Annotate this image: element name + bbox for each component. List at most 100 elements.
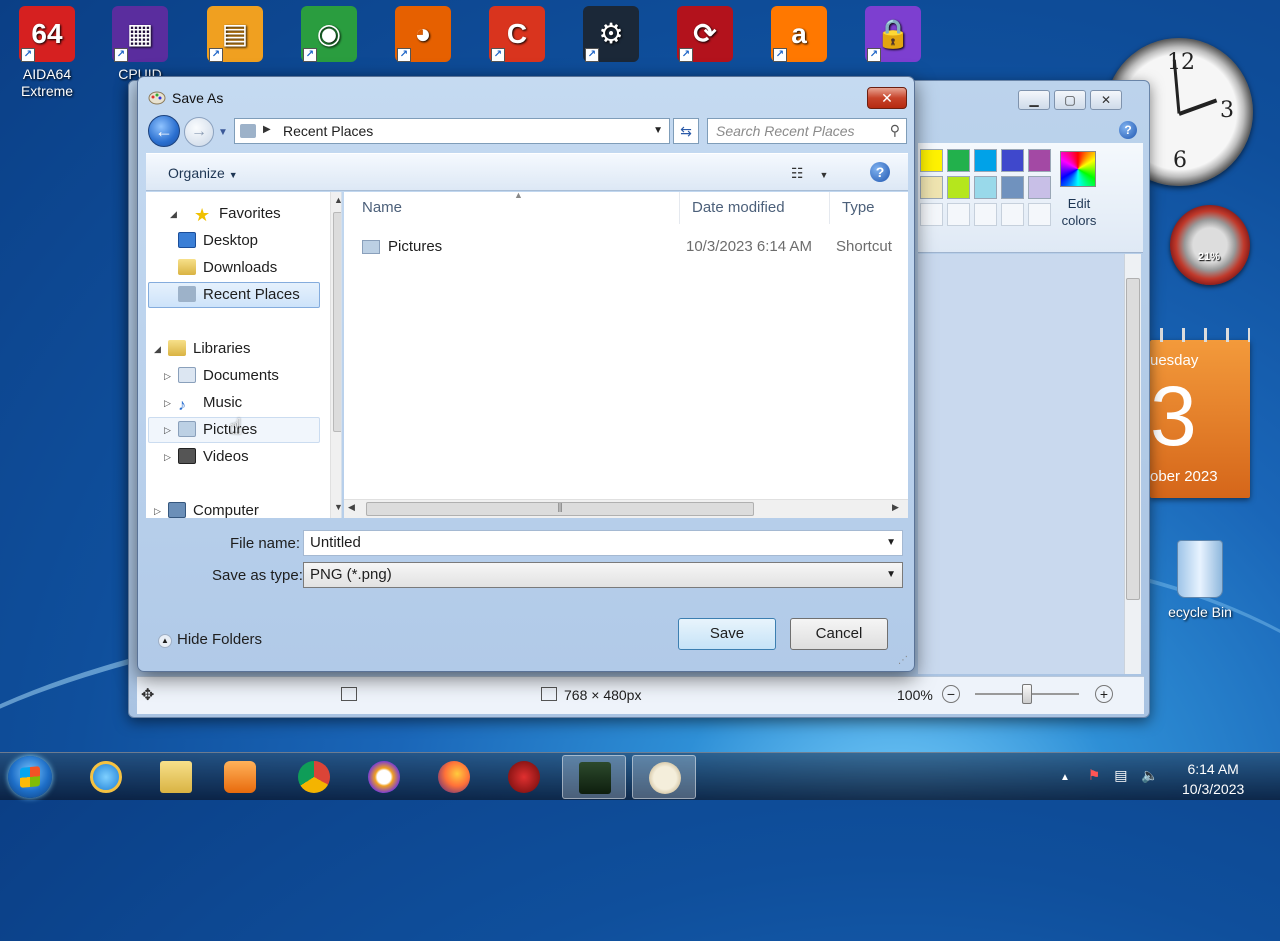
nav-item-computer[interactable]: ▷ Computer [154, 498, 259, 518]
dialog-close-button[interactable]: ✕ [867, 87, 907, 109]
minimize-button[interactable]: ▁ [1018, 90, 1050, 110]
taskbar-media[interactable] [208, 755, 272, 799]
zoom-out-button[interactable]: − [942, 685, 960, 703]
breadcrumb-chevron-icon[interactable]: ▶ [263, 124, 271, 135]
empty-color-swatch[interactable] [974, 203, 997, 226]
scroll-left-arrow-icon[interactable]: ◀ [348, 502, 355, 513]
color-swatch[interactable] [1028, 149, 1051, 172]
chrome-icon[interactable]: ◉ ↗ [294, 6, 364, 66]
winrar-icon[interactable]: ▤ ↗ [200, 6, 270, 66]
nav-item-favorites[interactable]: ◢ ★ Favorites [170, 201, 281, 227]
search-icon[interactable]: ⚲ [890, 122, 900, 139]
expanded-arrow-icon[interactable]: ◢ [154, 336, 161, 362]
edit-colors-label[interactable]: Edit colors [1054, 195, 1104, 229]
nav-item-downloads[interactable]: Downloads [178, 255, 277, 281]
change-view-button[interactable]: ☷ ▼ [791, 165, 828, 182]
recycle-bin-icon[interactable]: ecycle Bin [1140, 540, 1260, 620]
nav-item-pictures[interactable]: ▷ Pictures [164, 417, 257, 443]
column-header-type[interactable]: Type [830, 192, 908, 224]
empty-color-swatch[interactable] [920, 203, 943, 226]
color-swatch[interactable] [1001, 149, 1024, 172]
color-swatch[interactable] [1028, 176, 1051, 199]
back-button[interactable]: ← [148, 115, 180, 147]
hide-folders-toggle[interactable]: ▲ Hide Folders [158, 631, 262, 648]
resize-grip-icon[interactable]: ⋰ [898, 655, 908, 666]
file-name-input[interactable]: Untitled ▼ [303, 530, 903, 556]
paint-help-icon[interactable]: ? [1119, 121, 1137, 139]
nav-item-libraries[interactable]: ◢ Libraries [154, 336, 251, 362]
vpn-icon[interactable]: 🔒 ↗ [858, 6, 928, 66]
color-swatch[interactable] [920, 176, 943, 199]
firefox-icon[interactable]: ◕ ↗ [388, 6, 458, 66]
collapsed-arrow-icon[interactable]: ▷ [164, 390, 171, 416]
edit-colors-icon[interactable] [1060, 151, 1096, 187]
color-swatch[interactable] [974, 149, 997, 172]
color-swatch[interactable] [920, 149, 943, 172]
close-button[interactable]: ✕ [1090, 90, 1122, 110]
taskbar-explorer[interactable] [144, 755, 208, 799]
taskbar-vpn[interactable] [352, 755, 416, 799]
zoom-in-button[interactable]: + [1095, 685, 1113, 703]
avast-icon[interactable]: a ↗ [764, 6, 834, 66]
help-icon[interactable]: ? [870, 162, 890, 182]
empty-color-swatch[interactable] [1028, 203, 1051, 226]
collapsed-arrow-icon[interactable]: ▷ [164, 417, 171, 443]
scroll-thumb[interactable] [333, 212, 341, 432]
taskbar-aida64[interactable] [562, 755, 626, 799]
column-header-date-modified[interactable]: Date modified [680, 192, 830, 224]
nav-item-music[interactable]: ▷ ♪ Music [164, 390, 242, 416]
empty-color-swatch[interactable] [947, 203, 970, 226]
file-row[interactable]: Pictures 10/3/2023 6:14 AM Shortcut [344, 232, 908, 262]
ccleaner-icon[interactable]: C ↗ [482, 6, 552, 66]
aida64-icon[interactable]: 64 ↗ AIDA64 Extreme [12, 6, 82, 100]
nav-item-videos[interactable]: ▷ Videos [164, 444, 249, 470]
scroll-thumb[interactable]: ⫼ [366, 502, 754, 516]
collapsed-arrow-icon[interactable]: ▷ [164, 363, 171, 389]
scroll-down-arrow-icon[interactable]: ▼ [334, 502, 341, 512]
color-swatch[interactable] [947, 176, 970, 199]
paint-vertical-scrollbar[interactable] [1124, 254, 1141, 674]
network-icon[interactable]: ▤ [1114, 767, 1127, 783]
start-button[interactable] [8, 756, 52, 798]
file-pane-horizontal-scrollbar[interactable]: ◀ ⫼ ▶ [344, 499, 908, 518]
driverbooster-icon[interactable]: ⟳ ↗ [670, 6, 740, 66]
nav-pane-scrollbar[interactable]: ▲ ▼ [330, 192, 341, 518]
address-dropdown-icon[interactable]: ▼ [653, 125, 663, 136]
chevron-down-icon[interactable]: ▼ [886, 537, 896, 548]
taskbar-clock[interactable]: 6:14 AM 10/3/2023 [1182, 759, 1244, 799]
collapsed-arrow-icon[interactable]: ▷ [164, 444, 171, 470]
expanded-arrow-icon[interactable]: ◢ [170, 201, 177, 227]
nav-item-desktop[interactable]: Desktop [178, 228, 258, 254]
zoom-slider-thumb[interactable] [1022, 684, 1032, 704]
color-swatch[interactable] [974, 176, 997, 199]
scroll-thumb[interactable] [1126, 278, 1140, 600]
maximize-button[interactable]: ▢ [1054, 90, 1086, 110]
cpuid-icon[interactable]: ▦ ↗ CPUID [105, 6, 175, 83]
empty-color-swatch[interactable] [1001, 203, 1024, 226]
forward-button[interactable]: → [184, 117, 214, 147]
recent-pages-dropdown[interactable]: ▼ [218, 127, 228, 138]
collapsed-arrow-icon[interactable]: ▷ [154, 498, 161, 518]
color-swatch[interactable] [1001, 176, 1024, 199]
taskbar-firefox[interactable] [422, 755, 486, 799]
scroll-up-arrow-icon[interactable]: ▲ [334, 195, 341, 205]
volume-icon[interactable]: 🔈 [1141, 767, 1158, 783]
refresh-button[interactable]: ⇆ [673, 118, 699, 144]
show-hidden-icons-icon[interactable]: ▲ [1060, 772, 1070, 783]
search-input[interactable]: Search Recent Places ⚲ [707, 118, 907, 144]
cancel-button[interactable]: Cancel [790, 618, 888, 650]
nav-item-documents[interactable]: ▷ Documents [164, 363, 279, 389]
save-button[interactable]: Save [678, 618, 776, 650]
taskbar-driverbooster[interactable] [492, 755, 556, 799]
color-swatch[interactable] [947, 149, 970, 172]
steam-icon[interactable]: ⚙ ↗ [576, 6, 646, 66]
nav-item-recent-places[interactable]: Recent Places [178, 282, 300, 308]
taskbar-ie[interactable] [74, 755, 138, 799]
scroll-right-arrow-icon[interactable]: ▶ [892, 502, 899, 513]
address-bar[interactable]: ▶ Recent Places ▼ [234, 118, 670, 144]
taskbar-paint[interactable] [632, 755, 696, 799]
save-type-select[interactable]: PNG (*.png) ▼ [303, 562, 903, 588]
action-center-icon[interactable]: ⚑ [1088, 767, 1101, 783]
column-header-name[interactable]: Name [344, 192, 680, 224]
address-text[interactable]: Recent Places [283, 123, 373, 139]
